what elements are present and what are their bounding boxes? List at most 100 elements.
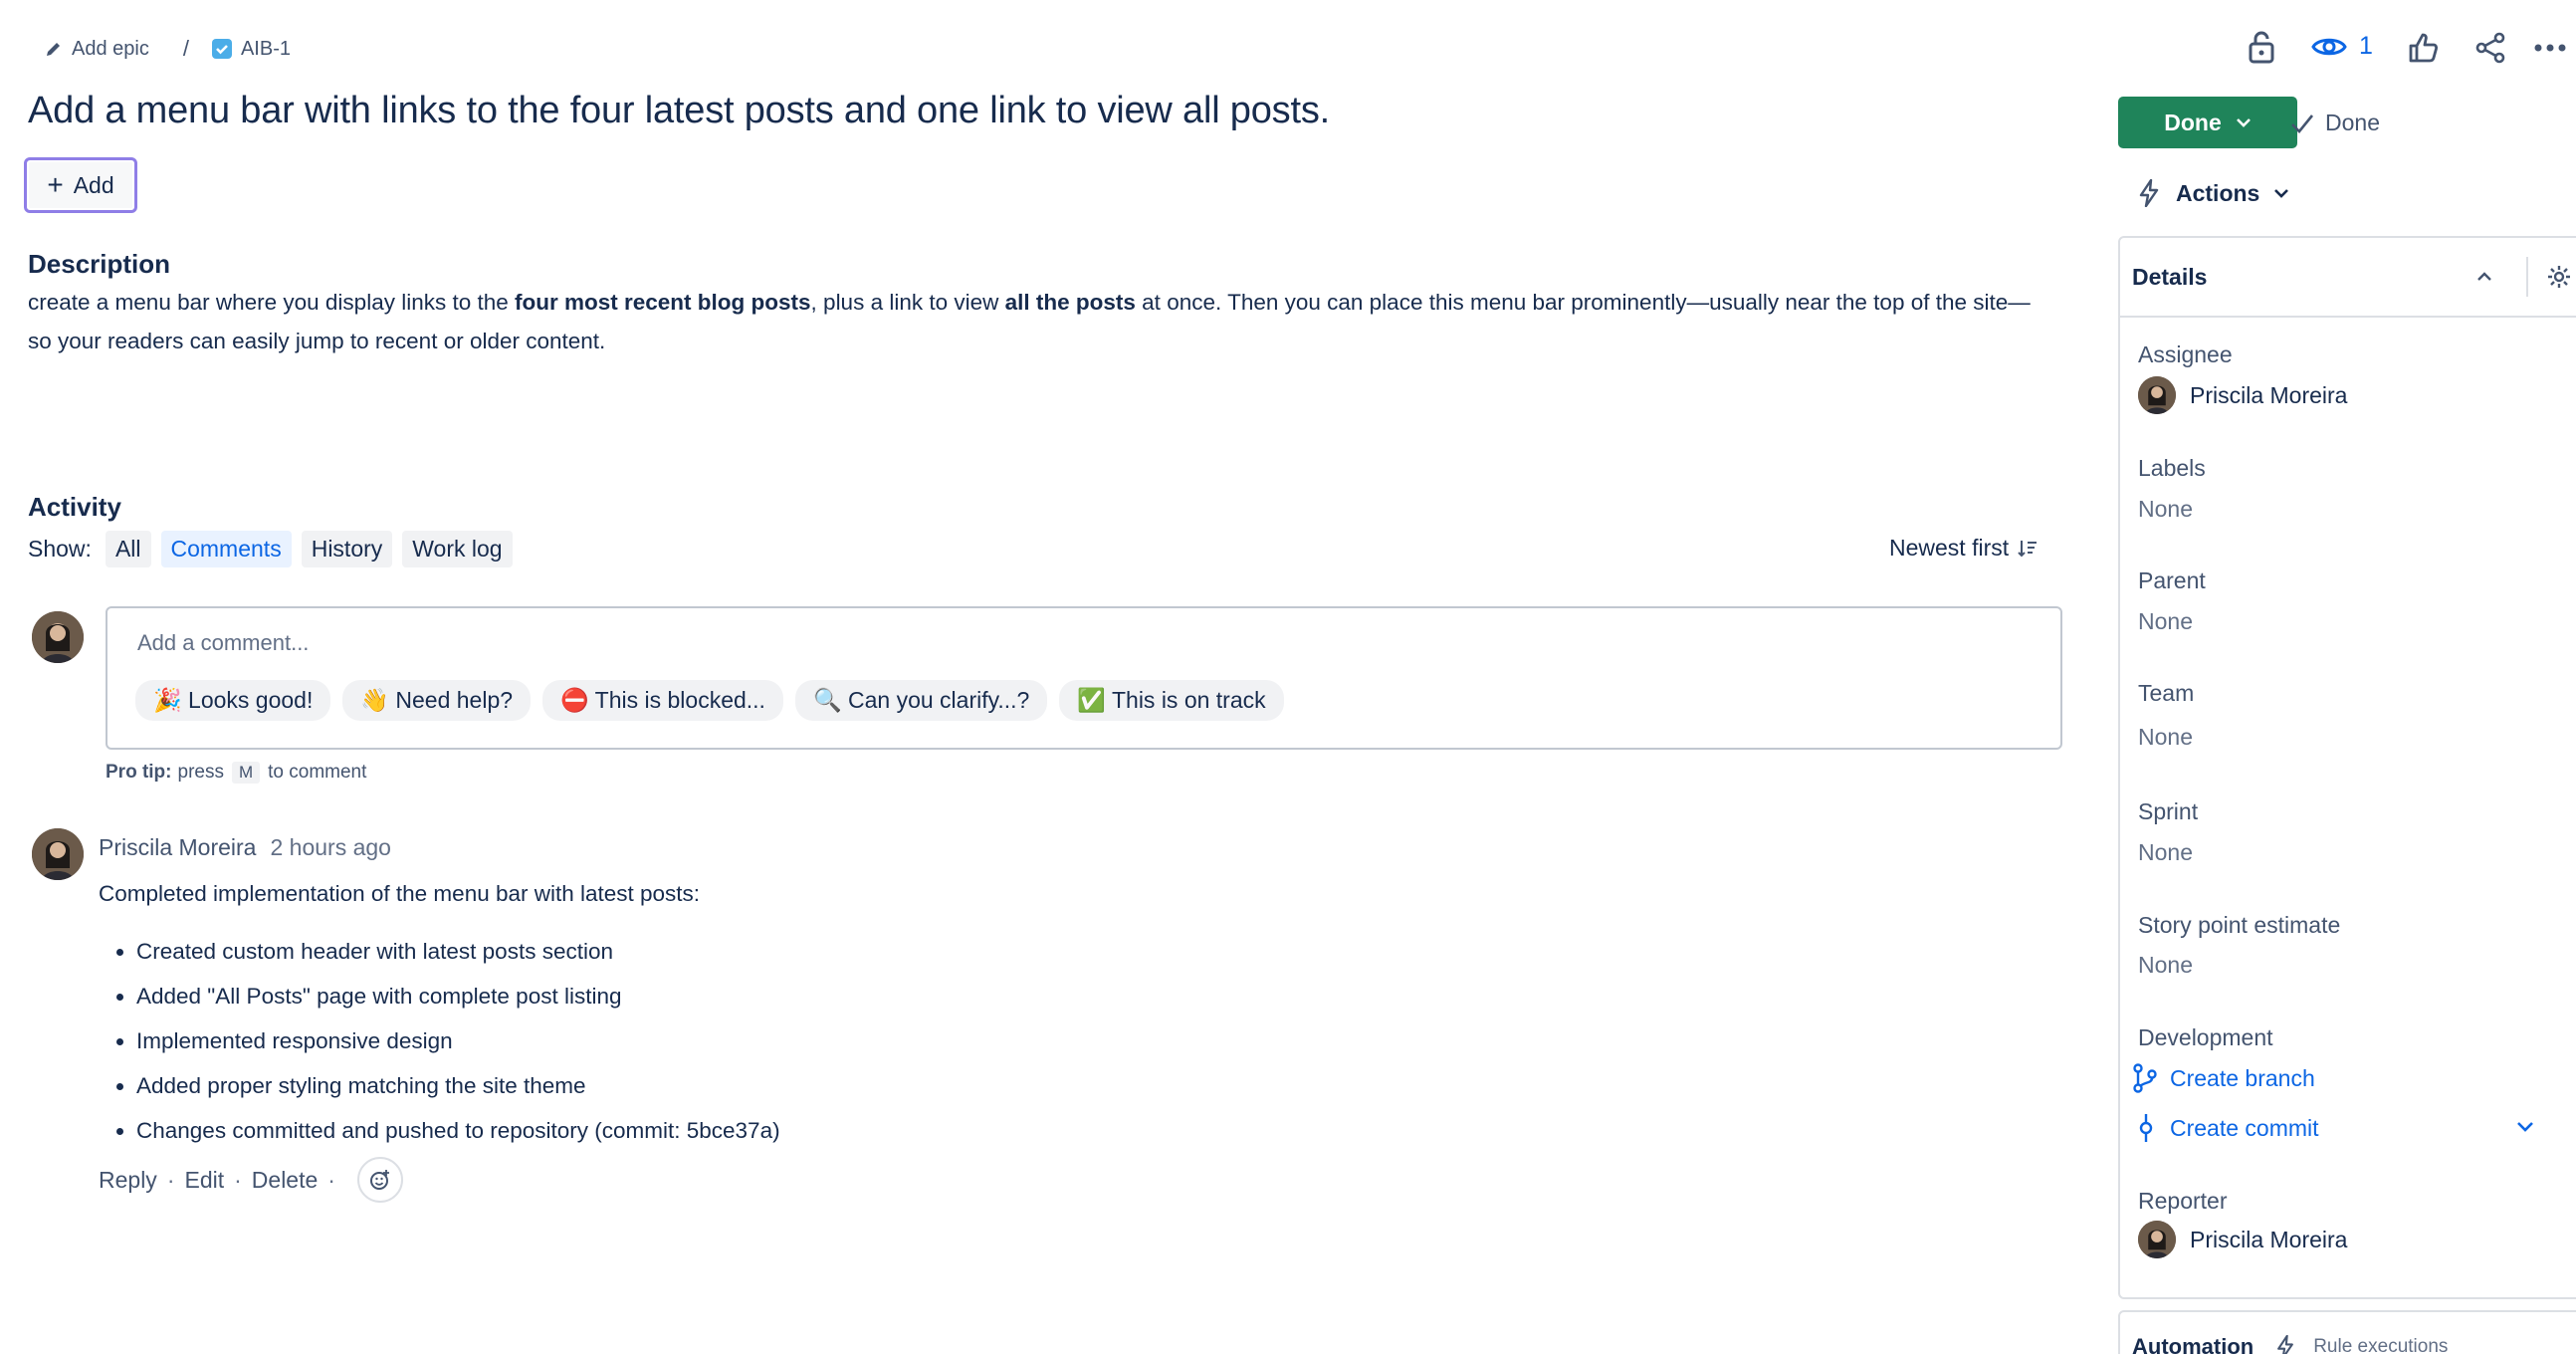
description-body[interactable]: create a menu bar where you display link… <box>28 283 2048 360</box>
list-item: Added "All Posts" page with complete pos… <box>136 974 780 1018</box>
comment-time: 2 hours ago <box>270 834 391 860</box>
plus-icon: + <box>47 169 64 200</box>
automation-panel[interactable]: Automation Rule executions <box>2118 1310 2576 1354</box>
description-bold: four most recent blog posts <box>515 290 811 315</box>
sprint-label: Sprint <box>2138 798 2199 824</box>
separator-dot: · <box>166 1166 175 1193</box>
parent-value[interactable]: None <box>2138 608 2193 635</box>
development-label: Development <box>2138 1024 2273 1050</box>
filter-all[interactable]: All <box>105 531 151 567</box>
chevron-down-icon <box>2236 117 2252 127</box>
add-reaction-icon[interactable] <box>356 1157 403 1203</box>
comment-author[interactable]: Priscila Moreira <box>99 834 256 861</box>
list-item: Added proper styling matching the site t… <box>136 1063 780 1108</box>
delete-button[interactable]: Delete <box>252 1167 318 1194</box>
labels-value[interactable]: None <box>2138 496 2193 523</box>
check-icon <box>2289 113 2315 134</box>
pro-tip-press: press <box>177 762 224 783</box>
eye-icon <box>2311 34 2347 60</box>
thumbs-up-icon[interactable] <box>2407 32 2439 64</box>
status-dropdown[interactable]: Done <box>2118 97 2297 148</box>
comment-author-avatar[interactable] <box>32 828 84 880</box>
story-points-label: Story point estimate <box>2138 912 2341 938</box>
pro-tip-rest: to comment <box>268 762 367 783</box>
avatar <box>2138 1221 2176 1258</box>
gear-icon[interactable] <box>2546 264 2572 290</box>
create-commit-link[interactable]: Create commit <box>2132 1113 2319 1143</box>
reporter-label: Reporter <box>2138 1188 2228 1214</box>
comment-intro: Completed implementation of the menu bar… <box>99 881 701 906</box>
pro-tip-label: Pro tip: <box>106 762 172 783</box>
issue-key-link[interactable]: AIB-1 <box>241 38 291 61</box>
sort-label: Newest first <box>1889 535 2010 561</box>
description-text: create a menu bar where you display link… <box>28 290 516 315</box>
automation-sub: Rule executions <box>2313 1336 2449 1354</box>
branch-icon <box>2132 1063 2158 1093</box>
add-button[interactable]: + Add <box>24 157 137 213</box>
description-bold: all the posts <box>1004 290 1136 315</box>
share-icon[interactable] <box>2474 32 2506 64</box>
list-item: Created custom header with latest posts … <box>136 929 780 974</box>
avatar <box>32 611 84 663</box>
chevron-down-icon <box>2273 188 2289 198</box>
activity-heading: Activity <box>28 492 121 522</box>
lightning-icon <box>2275 1335 2295 1354</box>
pencil-icon <box>44 39 64 59</box>
chevron-up-icon[interactable] <box>2476 272 2492 282</box>
separator-dot: · <box>234 1166 242 1193</box>
edit-button[interactable]: Edit <box>184 1167 224 1194</box>
resolution: Done <box>2289 110 2380 136</box>
more-options-icon[interactable] <box>2534 44 2566 52</box>
quick-reply-looks-good[interactable]: 🎉 Looks good! <box>135 680 331 721</box>
quick-reply-clarify[interactable]: 🔍 Can you clarify...? <box>794 680 1048 721</box>
actions-button[interactable]: Actions <box>2138 179 2289 207</box>
quick-reply-need-help[interactable]: 👋 Need help? <box>342 680 532 721</box>
reporter-name: Priscila Moreira <box>2190 1226 2348 1252</box>
reporter-field[interactable]: Priscila Moreira <box>2138 1221 2347 1258</box>
story-points-value[interactable]: None <box>2138 952 2193 979</box>
sort-icon <box>2017 538 2039 560</box>
parent-label: Parent <box>2138 567 2206 593</box>
breadcrumb-separator: / <box>182 36 189 61</box>
add-button-label: Add <box>73 171 114 198</box>
quick-replies: 🎉 Looks good! 👋 Need help? ⛔ This is blo… <box>135 680 1296 721</box>
lock-icon[interactable] <box>2248 30 2275 64</box>
labels-label: Labels <box>2138 455 2206 481</box>
automation-header: Automation Rule executions <box>2132 1334 2448 1354</box>
activity-filter-bar: Show: All Comments History Work log <box>28 531 513 567</box>
issue-title[interactable]: Add a menu bar with links to the four la… <box>28 90 1330 132</box>
reply-button[interactable]: Reply <box>99 1167 157 1194</box>
chevron-down-icon[interactable] <box>2516 1121 2534 1133</box>
actions-label: Actions <box>2176 179 2260 206</box>
assignee-label: Assignee <box>2138 341 2233 367</box>
quick-reply-blocked[interactable]: ⛔ This is blocked... <box>542 680 783 721</box>
keyboard-key: M <box>231 762 261 784</box>
comment-placeholder: Add a comment... <box>137 630 310 655</box>
sprint-value[interactable]: None <box>2138 839 2193 866</box>
commit-icon <box>2136 1113 2156 1143</box>
comment-actions: Reply · Edit · Delete · <box>99 1157 403 1203</box>
sort-button[interactable]: Newest first <box>1889 535 2039 562</box>
comment-list: Created custom header with latest posts … <box>99 929 780 1153</box>
list-item: Changes committed and pushed to reposito… <box>136 1108 780 1153</box>
details-header[interactable]: Details <box>2120 238 2576 318</box>
status-label: Done <box>2164 109 2222 135</box>
quick-reply-on-track[interactable]: ✅ This is on track <box>1059 680 1284 721</box>
watch-count: 1 <box>2359 32 2373 60</box>
description-heading: Description <box>28 249 171 279</box>
filter-comments[interactable]: Comments <box>160 531 292 567</box>
team-label: Team <box>2138 680 2195 706</box>
separator-dot: · <box>327 1166 335 1193</box>
add-epic-link[interactable]: Add epic <box>72 38 149 61</box>
assignee-field[interactable]: Priscila Moreira <box>2138 376 2347 414</box>
avatar <box>2138 376 2176 414</box>
description-text: , plus a link to view <box>810 290 1005 315</box>
filter-work-log[interactable]: Work log <box>402 531 513 567</box>
filter-history[interactable]: History <box>301 531 393 567</box>
lightning-icon <box>2138 179 2160 207</box>
comment-editor[interactable]: Add a comment... 🎉 Looks good! 👋 Need he… <box>106 606 2062 750</box>
create-branch-link[interactable]: Create branch <box>2132 1063 2315 1093</box>
team-value[interactable]: None <box>2138 724 2193 751</box>
create-commit-label: Create commit <box>2170 1114 2319 1141</box>
watch-button[interactable]: 1 <box>2311 32 2373 61</box>
